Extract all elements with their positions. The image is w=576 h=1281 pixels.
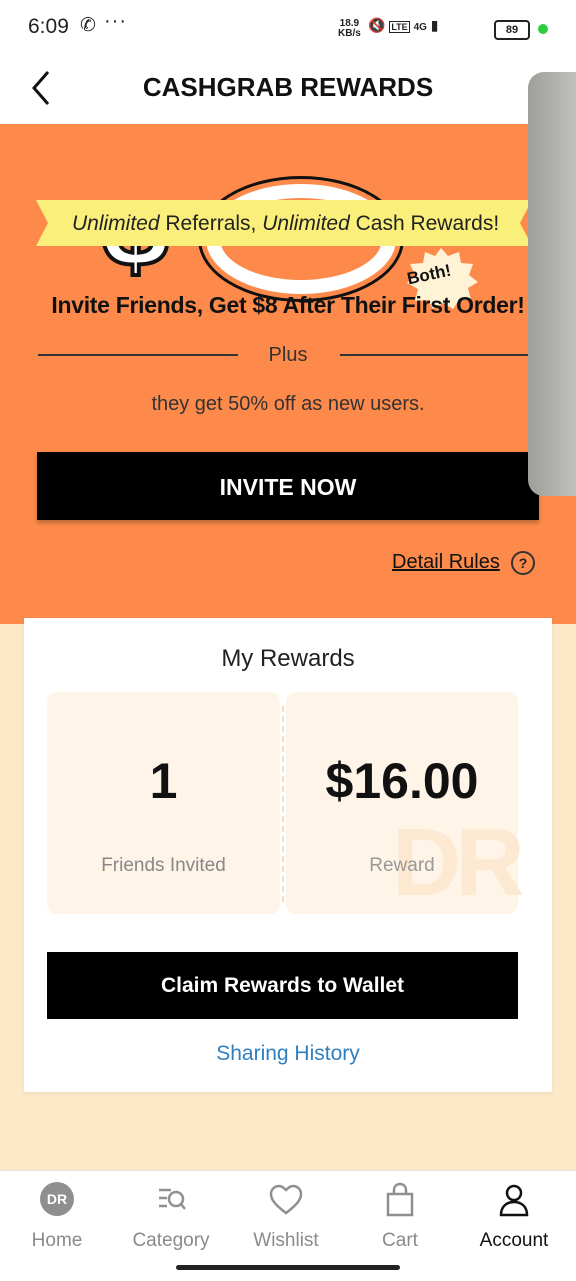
nav-label-cart: Cart xyxy=(382,1230,418,1251)
nav-label-home: Home xyxy=(31,1230,83,1251)
detail-rules-link[interactable]: Detail Rules xyxy=(392,551,500,574)
plus-label: Plus xyxy=(268,344,308,366)
volte-icon: LTE xyxy=(389,21,410,33)
ribbon-text: Unlimited Referrals, Unlimited Cash Rewa… xyxy=(72,212,500,235)
invite-heading: Invite Friends, Get $8 After Their First… xyxy=(51,292,525,318)
heart-icon xyxy=(269,1184,303,1215)
reward-label: Reward xyxy=(369,855,435,876)
gesture-bar[interactable] xyxy=(176,1265,400,1270)
question-mark-icon[interactable]: ? xyxy=(511,551,535,575)
page-title: CASHGRAB REWARDS xyxy=(142,72,434,102)
rewards-title: My Rewards xyxy=(221,645,355,672)
dr-logo-icon: DR xyxy=(39,1182,75,1218)
nav-item-home[interactable]: DR Home xyxy=(0,1182,114,1254)
friends-invited-label: Friends Invited xyxy=(101,855,226,876)
side-popup-panel[interactable] xyxy=(528,72,576,496)
network-type: 4G xyxy=(413,22,427,33)
stat-divider xyxy=(282,706,284,902)
claim-rewards-button[interactable]: Claim Rewards to Wallet xyxy=(47,952,518,1019)
shopping-bag-icon xyxy=(386,1182,414,1217)
status-time: 6:09 xyxy=(28,15,69,38)
signal-icons: 🔇 LTE 4G ▮ xyxy=(368,17,439,34)
nav-item-account[interactable]: Account xyxy=(457,1182,571,1254)
battery-indicator: 89 xyxy=(494,20,530,40)
sharing-history-link[interactable]: Sharing History xyxy=(0,1042,576,1066)
network-speed: 18.9 KB/s xyxy=(338,18,361,39)
reward-value: $16.00 xyxy=(325,753,479,809)
mute-icon: 🔇 xyxy=(368,17,386,33)
nav-item-cart[interactable]: Cart xyxy=(343,1182,457,1254)
more-dots-icon: ··· xyxy=(104,10,127,32)
nav-item-category[interactable]: Category xyxy=(114,1182,228,1254)
new-user-benefit-text: they get 50% off as new users. xyxy=(151,393,425,415)
nav-label-category: Category xyxy=(132,1230,210,1251)
nav-label-account: Account xyxy=(479,1230,549,1251)
phone-call-icon: ✆ xyxy=(80,15,96,36)
nav-label-wishlist: Wishlist xyxy=(253,1230,319,1251)
friends-invited-value: 1 xyxy=(149,753,178,809)
nav-item-wishlist[interactable]: Wishlist xyxy=(229,1182,343,1254)
camera-indicator-dot xyxy=(538,24,548,34)
category-search-icon xyxy=(159,1188,186,1210)
hero-banner: $ Both! Unlimited Referrals, Unlimited C… xyxy=(0,124,576,624)
invite-now-button[interactable]: INVITE NOW xyxy=(37,452,539,520)
person-icon xyxy=(499,1184,529,1217)
signal-strength-icon: ▮ xyxy=(430,17,439,33)
